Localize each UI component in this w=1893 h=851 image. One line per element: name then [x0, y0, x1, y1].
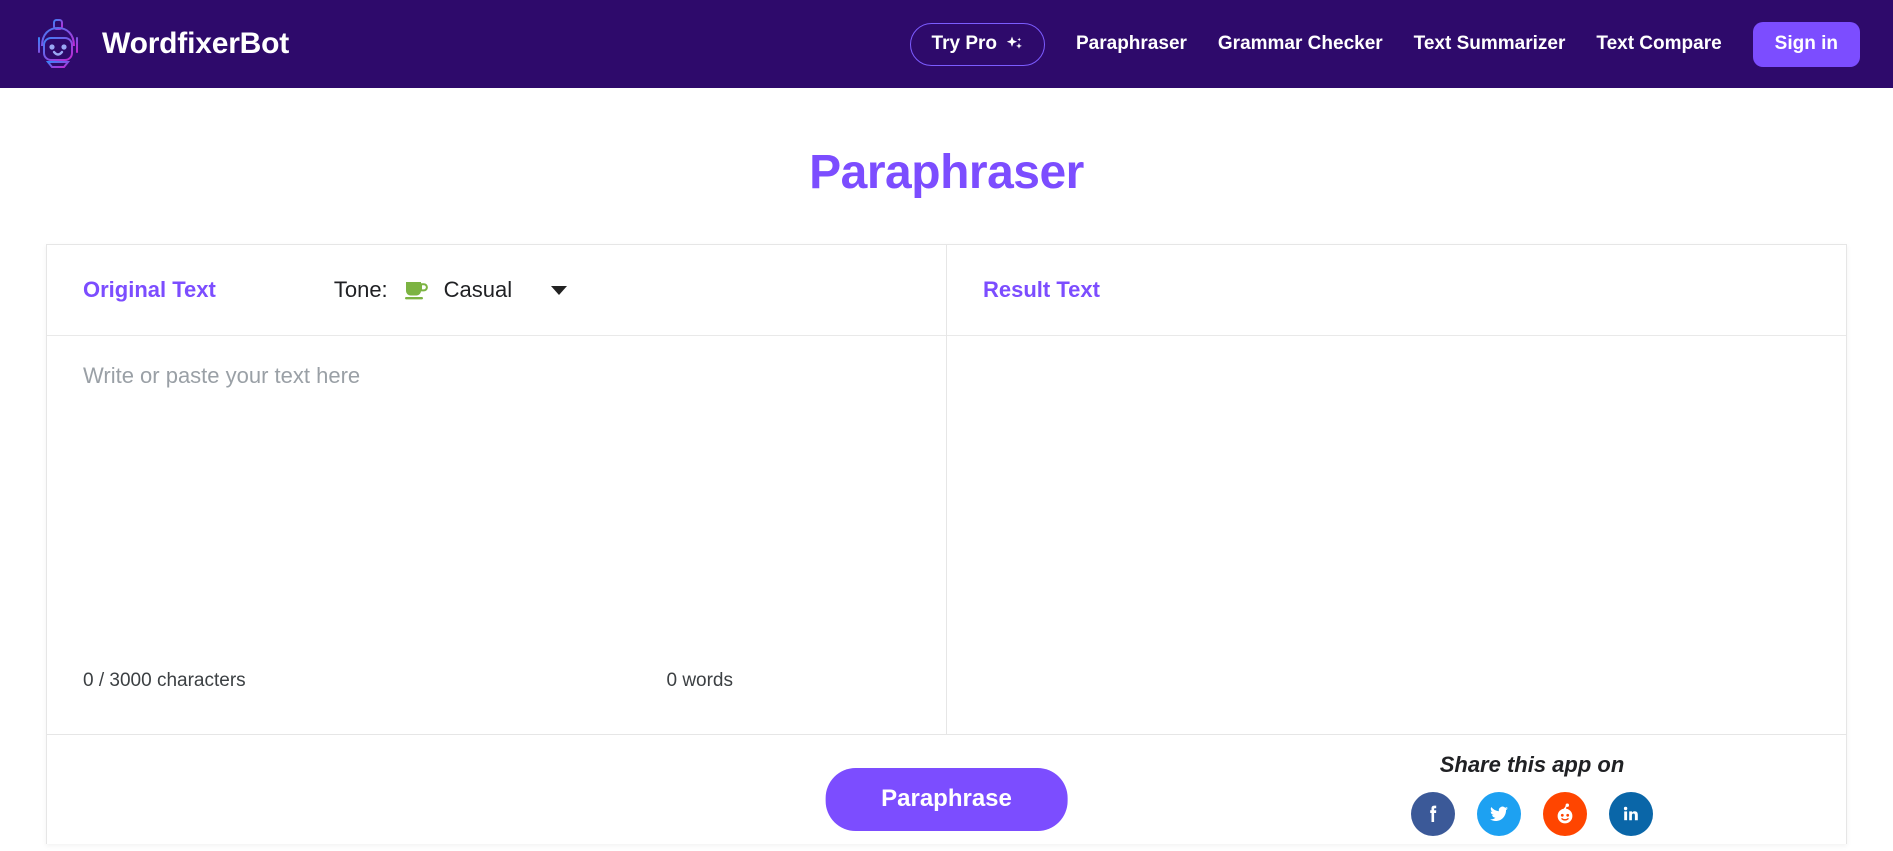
coffee-cup-icon: [404, 279, 430, 301]
brand-name: WordfixerBot: [102, 27, 290, 60]
editor-panels: Original Text Tone: Casual Write or past…: [47, 245, 1846, 734]
paraphrase-button[interactable]: Paraphrase: [825, 768, 1068, 831]
result-panel-header: Result Text: [947, 245, 1846, 336]
robot-head-icon: [30, 16, 86, 72]
facebook-icon[interactable]: [1411, 791, 1455, 836]
try-pro-label: Try Pro: [931, 32, 997, 54]
chevron-down-icon[interactable]: [551, 285, 568, 295]
nav-links-group: Try Pro Paraphraser Grammar Checker Text…: [909, 21, 1860, 67]
reddit-icon[interactable]: [1543, 791, 1587, 836]
brand-logo[interactable]: WordfixerBot: [30, 16, 289, 72]
share-icons-group: [1411, 791, 1653, 836]
character-counter: 0 / 3000 characters: [83, 670, 246, 691]
sign-in-button[interactable]: Sign in: [1752, 21, 1860, 67]
tone-value: Casual: [443, 277, 513, 302]
counter-row: 0 / 3000 characters 0 words: [47, 656, 946, 734]
result-text-title: Result Text: [983, 277, 1100, 302]
nav-link-grammar-checker[interactable]: Grammar Checker: [1218, 33, 1383, 55]
result-text-panel: Result Text: [947, 245, 1846, 734]
result-text-output[interactable]: [947, 336, 1846, 656]
paraphraser-card: Original Text Tone: Casual Write or past…: [46, 244, 1847, 844]
nav-link-text-compare[interactable]: Text Compare: [1596, 33, 1721, 55]
share-title: Share this app on: [1439, 751, 1625, 777]
top-navigation-bar: WordfixerBot Try Pro Paraphraser Grammar…: [0, 0, 1893, 88]
sparkles-icon: [1005, 34, 1024, 53]
page-title: Paraphraser: [809, 146, 1084, 199]
original-text-input[interactable]: Write or paste your text here: [47, 336, 946, 656]
try-pro-button[interactable]: Try Pro: [909, 22, 1045, 66]
share-section: Share this app on: [1411, 744, 1653, 836]
card-footer-bar: Paraphrase Share this app on: [47, 734, 1846, 844]
nav-link-paraphraser[interactable]: Paraphraser: [1076, 33, 1187, 55]
nav-link-text-summarizer[interactable]: Text Summarizer: [1414, 33, 1566, 55]
original-text-title: Original Text: [83, 277, 216, 302]
result-counter-row: [947, 656, 1846, 734]
word-counter: 0 words: [666, 670, 733, 691]
twitter-icon[interactable]: [1477, 791, 1521, 836]
original-panel-header: Original Text Tone: Casual: [47, 245, 946, 336]
linkedin-icon[interactable]: [1609, 791, 1653, 836]
paraphraser-card-wrapper: Original Text Tone: Casual Write or past…: [46, 244, 1847, 844]
original-text-panel: Original Text Tone: Casual Write or past…: [47, 245, 947, 734]
tone-label: Tone:: [333, 277, 388, 302]
tone-selector[interactable]: Tone: Casual: [333, 277, 568, 303]
original-text-placeholder: Write or paste your text here: [83, 363, 361, 388]
